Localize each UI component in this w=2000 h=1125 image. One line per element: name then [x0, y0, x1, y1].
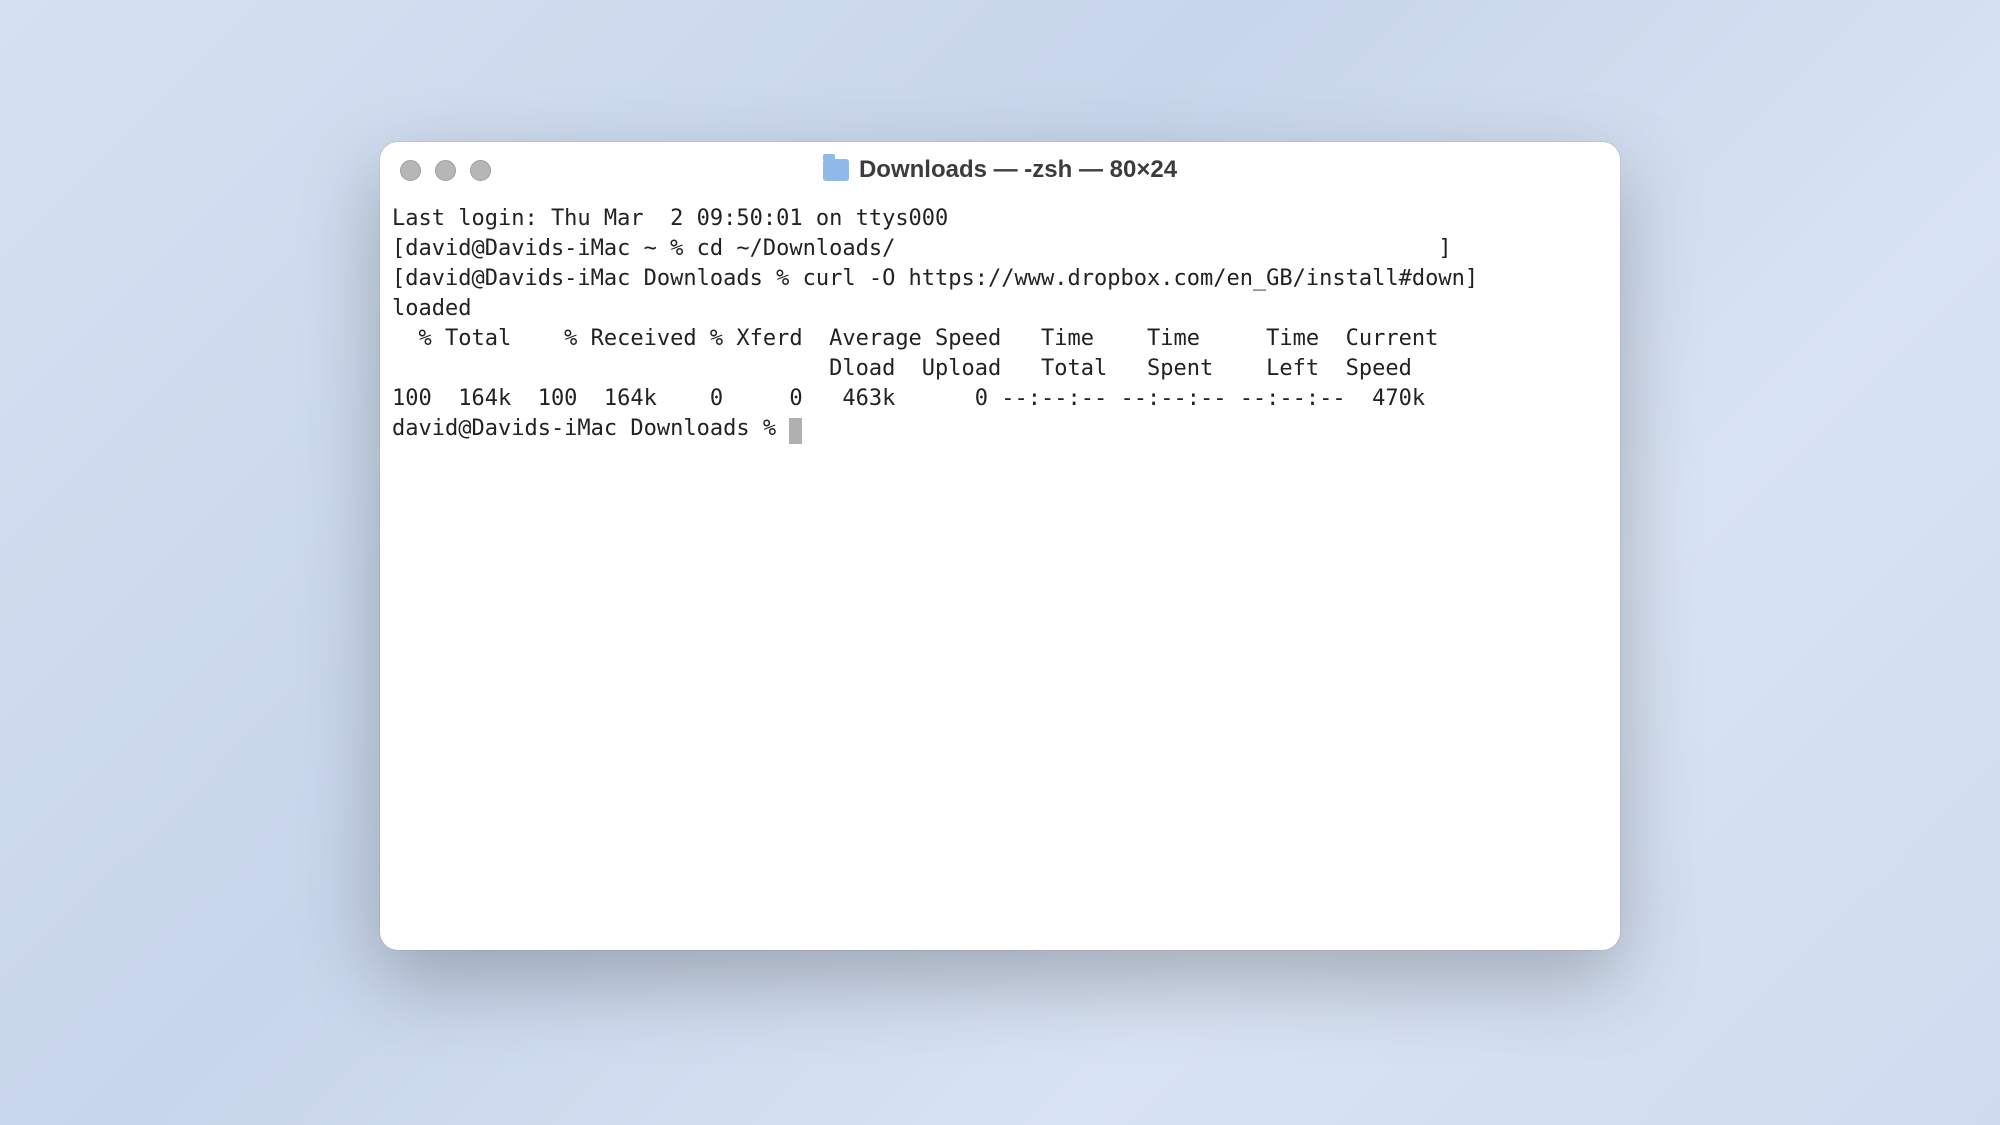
terminal-line: [david@Davids-iMac ~ % cd ~/Downloads/ ]: [392, 234, 1608, 264]
terminal-prompt-line: david@Davids-iMac Downloads %: [392, 414, 1608, 444]
terminal-line: % Total % Received % Xferd Average Speed…: [392, 324, 1608, 354]
close-button[interactable]: [400, 160, 421, 181]
window-title-container: Downloads — -zsh — 80×24: [380, 156, 1620, 184]
maximize-button[interactable]: [470, 160, 491, 181]
terminal-body[interactable]: Last login: Thu Mar 2 09:50:01 on ttys00…: [380, 198, 1620, 950]
window-title: Downloads — -zsh — 80×24: [859, 156, 1177, 184]
minimize-button[interactable]: [435, 160, 456, 181]
folder-icon: [823, 159, 849, 181]
terminal-line: [david@Davids-iMac Downloads % curl -O h…: [392, 264, 1608, 294]
titlebar[interactable]: Downloads — -zsh — 80×24: [380, 142, 1620, 198]
traffic-lights: [400, 160, 491, 181]
terminal-line: Dload Upload Total Spent Left Speed: [392, 354, 1608, 384]
terminal-line: Last login: Thu Mar 2 09:50:01 on ttys00…: [392, 204, 1608, 234]
terminal-line: loaded: [392, 294, 1608, 324]
terminal-prompt: david@Davids-iMac Downloads %: [392, 416, 789, 441]
cursor-icon: [789, 418, 802, 444]
terminal-line: 100 164k 100 164k 0 0 463k 0 --:--:-- --…: [392, 384, 1608, 414]
terminal-window: Downloads — -zsh — 80×24 Last login: Thu…: [380, 142, 1620, 950]
